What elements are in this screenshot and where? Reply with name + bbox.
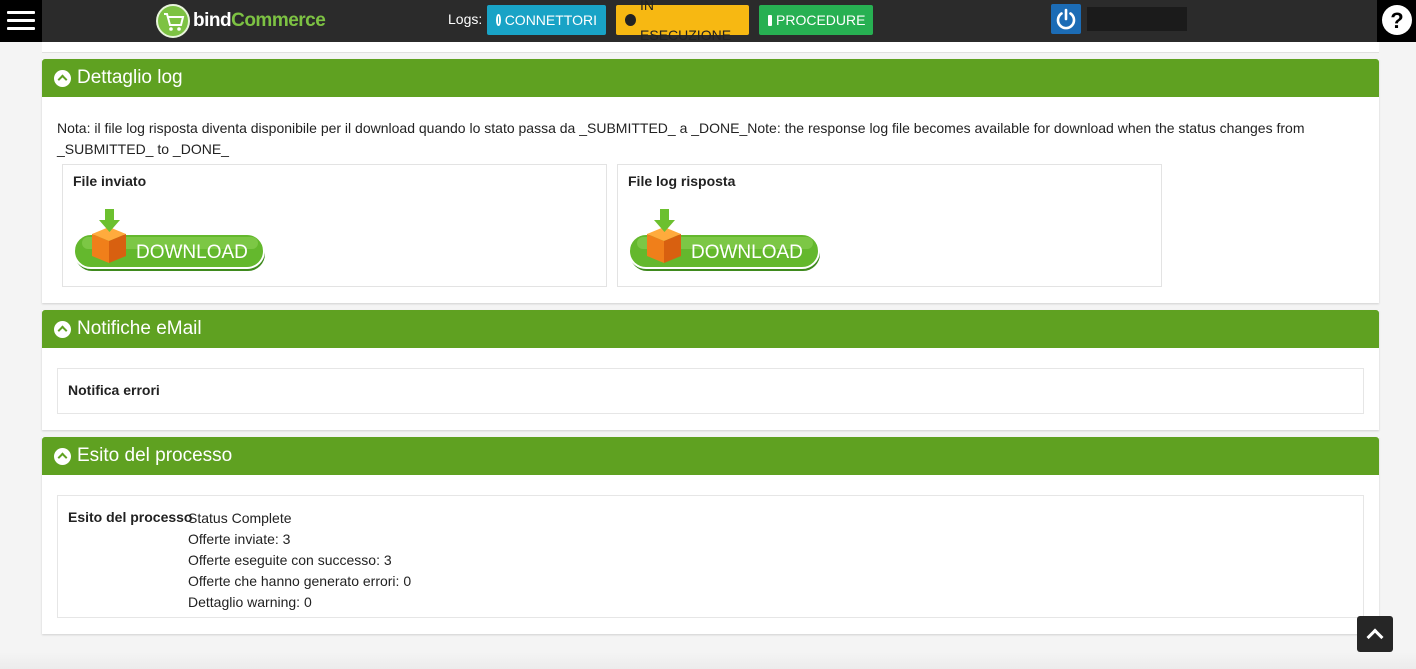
- esito-processo-label: Esito del processo: [68, 509, 193, 525]
- chevron-up-circle-icon[interactable]: [54, 320, 71, 338]
- notifica-errori-row: Notifica errori: [57, 368, 1364, 414]
- scroll-to-top-button[interactable]: [1357, 616, 1393, 652]
- chevron-up-circle-icon[interactable]: [54, 69, 71, 87]
- shopping-cart-icon: [156, 4, 190, 38]
- procedure-label: PROCEDURE: [776, 12, 866, 28]
- download-file-log-button[interactable]: DOWNLOAD: [627, 207, 823, 277]
- notifiche-email-panel: Notifiche eMail Notifica errori: [42, 310, 1379, 430]
- dettaglio-log-panel: Dettaglio log Nota: il file log risposta…: [42, 59, 1379, 303]
- file-inviato-box: File inviato DOWNLOAD: [62, 164, 607, 287]
- file-inviato-label: File inviato: [73, 173, 147, 189]
- esito-details: Status Complete Offerte inviate: 3 Offer…: [188, 508, 411, 613]
- notifiche-email-header[interactable]: Notifiche eMail: [42, 310, 1379, 348]
- connettori-label: CONNETTORI: [504, 12, 597, 28]
- page-bottom: [0, 652, 1416, 669]
- esito-processo-panel: Esito del processo Esito del processo St…: [42, 437, 1379, 634]
- offerte-successo-line: Offerte eseguite con successo: 3: [188, 552, 392, 568]
- panel-title: Dettaglio log: [77, 67, 183, 88]
- logs-label: Logs:: [448, 11, 483, 27]
- panel-title: Notifiche eMail: [77, 318, 202, 339]
- previous-panel-bottom: [42, 42, 1379, 53]
- in-esecuzione-button[interactable]: IN ESECUZIONE: [616, 0, 749, 43]
- notifica-errori-label: Notifica errori: [68, 382, 160, 398]
- dettaglio-warning-line: Dettaglio warning: 0: [188, 594, 312, 610]
- offerte-errori-line: Offerte che hanno generato errori: 0: [188, 573, 412, 589]
- bindcommerce-logo[interactable]: bindCommerce: [156, 3, 326, 39]
- hamburger-icon[interactable]: [0, 0, 42, 42]
- calendar-icon: [768, 14, 772, 26]
- download-file-inviato-button[interactable]: DOWNLOAD: [72, 207, 268, 277]
- dettaglio-log-header[interactable]: Dettaglio log: [42, 59, 1379, 97]
- chevron-up-circle-icon[interactable]: [54, 447, 71, 465]
- file-log-risposta-label: File log risposta: [628, 173, 736, 189]
- arrow-circle-right-icon: [496, 14, 501, 26]
- top-navbar: bindCommerce Logs: CONNETTORI IN ESECUZI…: [0, 0, 1416, 43]
- status-line: Status Complete: [188, 510, 292, 526]
- connettori-button[interactable]: CONNETTORI: [487, 5, 606, 35]
- file-log-risposta-box: File log risposta DOWNLOAD: [617, 164, 1162, 287]
- logo-text: bindCommerce: [193, 10, 326, 31]
- user-menu[interactable]: [1087, 7, 1187, 31]
- question-icon: ?: [1382, 5, 1412, 35]
- download-text: DOWNLOAD: [691, 242, 803, 263]
- power-icon[interactable]: [1051, 4, 1081, 34]
- procedure-button[interactable]: PROCEDURE: [759, 5, 873, 35]
- offerte-inviate-line: Offerte inviate: 3: [188, 531, 291, 547]
- esito-processo-header[interactable]: Esito del processo: [42, 437, 1379, 475]
- help-button[interactable]: ?: [1377, 0, 1416, 42]
- panel-title: Esito del processo: [77, 445, 233, 466]
- download-note: Nota: il file log risposta diventa dispo…: [57, 120, 1305, 157]
- arrow-circle-right-icon: [625, 14, 637, 26]
- esito-processo-row: Esito del processo Status Complete Offer…: [57, 495, 1364, 618]
- download-text: DOWNLOAD: [136, 242, 248, 263]
